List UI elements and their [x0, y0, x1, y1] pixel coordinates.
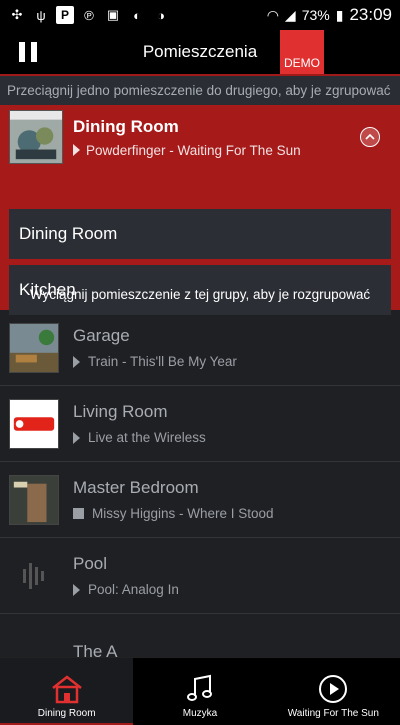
room-name: Garage: [73, 326, 130, 345]
room-name: Pool: [73, 554, 108, 573]
music-note-icon: [186, 674, 212, 701]
house-icon: [51, 675, 82, 704]
p-app-icon: P: [56, 6, 74, 24]
room-item-master-bedroom[interactable]: Master Bedroom Missy Higgins - Where I S…: [0, 462, 400, 538]
room-item-garage[interactable]: Garage Train - This'll Be My Year: [0, 310, 400, 386]
group-hint: Przeciągnij jedno pomieszczenie do drugi…: [0, 76, 400, 105]
ungroup-hint: Wyciągnij pomieszczenie z tej grupy, aby…: [29, 287, 371, 302]
page-title: Pomieszczenia: [142, 42, 258, 61]
play-icon: [73, 355, 80, 368]
play-circle-icon: [319, 675, 348, 703]
battery-icon: ▮: [335, 6, 344, 23]
tab-now-playing[interactable]: Waiting For The Sun: [267, 658, 400, 725]
room-name: Living Room: [73, 402, 168, 421]
chevron-up-icon[interactable]: [360, 127, 380, 147]
room-track: Pool: Analog In: [88, 582, 179, 597]
group-member-dining-room[interactable]: Dining Room: [9, 209, 391, 259]
room-group[interactable]: Dining Room Powderfinger - Waiting For T…: [0, 105, 400, 315]
group-header[interactable]: Dining Room Powderfinger - Waiting For T…: [0, 105, 400, 169]
album-cover: [9, 322, 59, 373]
room-item-living-room[interactable]: Living Room Live at the Wireless: [0, 386, 400, 462]
tab-label: Waiting For The Sun: [287, 708, 379, 719]
battery-percent: 73%: [301, 7, 330, 23]
image-icon: ▣: [106, 7, 120, 22]
tab-label: Dining Room: [37, 708, 96, 719]
tab-music[interactable]: Muzyka: [133, 658, 266, 725]
play-icon: [73, 583, 80, 596]
play-icon: [73, 431, 80, 444]
demo-badge: DEMO: [280, 30, 324, 74]
room-track: Live at the Wireless: [88, 430, 206, 445]
pause-button[interactable]: [14, 38, 42, 66]
signal-icon: ◢: [284, 6, 296, 23]
notification-icon: ✣: [11, 7, 23, 22]
room-track: Train - This'll Be My Year: [88, 354, 237, 369]
group-name: Dining Room: [73, 116, 179, 136]
app-icon: ◐: [133, 7, 141, 23]
album-cover: [9, 110, 63, 164]
app-icon-2: ◑: [157, 7, 165, 23]
triplej-logo: [9, 398, 59, 449]
room-list: Garage Train - This'll Be My Year Living…: [0, 310, 400, 690]
room-track: Missy Higgins - Where I Stood: [92, 506, 274, 521]
room-item-pool[interactable]: Pool Pool: Analog In: [0, 538, 400, 614]
play-icon: [73, 144, 80, 156]
pinterest-icon: ℗: [84, 7, 94, 23]
analog-input-icon: [9, 550, 59, 601]
group-track: Powderfinger - Waiting For The Sun: [86, 142, 301, 158]
status-bar: ✣ ψ P ℗ ▣ ◐ ◑ ◠ ◢ 73% ▮ 23:09: [0, 0, 400, 30]
clock: 23:09: [349, 5, 392, 24]
bottom-tab-bar: Dining Room Muzyka Waiting For The Sun: [0, 657, 400, 725]
wifi-icon: ◠: [266, 6, 279, 23]
tab-room[interactable]: Dining Room: [0, 658, 134, 725]
title-bar: Pomieszczenia DEMO: [0, 30, 400, 74]
album-cover: [9, 474, 59, 525]
stop-icon: [73, 508, 84, 519]
room-name: Master Bedroom: [73, 478, 199, 497]
usb-icon: ψ: [36, 7, 46, 23]
tab-label: Muzyka: [182, 708, 218, 719]
